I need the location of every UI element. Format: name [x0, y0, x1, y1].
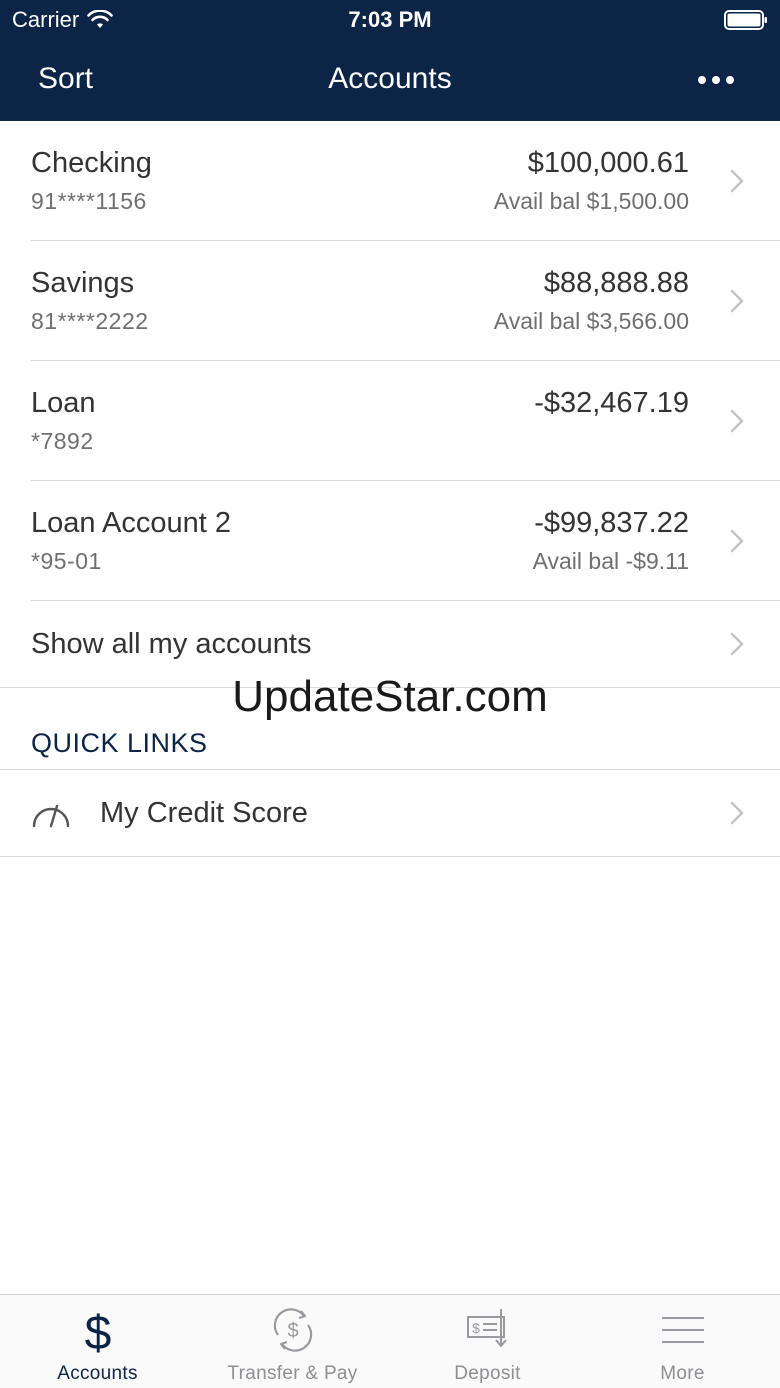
- show-all-accounts-row[interactable]: Show all my accounts: [0, 601, 780, 688]
- tab-more[interactable]: More: [585, 1295, 780, 1388]
- credit-score-label: My Credit Score: [100, 797, 308, 829]
- account-number: 81****2222: [31, 308, 149, 334]
- account-number: *7892: [31, 428, 94, 454]
- more-dots-icon[interactable]: [696, 70, 736, 90]
- account-available-balance: Avail bal -$9.11: [532, 548, 689, 574]
- sort-button[interactable]: Sort: [38, 62, 93, 96]
- account-name: Loan: [31, 387, 96, 419]
- chevron-right-icon: [730, 632, 744, 656]
- chevron-right-icon: [730, 529, 744, 553]
- gauge-icon: [32, 804, 70, 828]
- battery-icon: [724, 10, 767, 30]
- account-available-balance: Avail bal $1,500.00: [493, 188, 689, 214]
- status-time: 7:03 PM: [348, 7, 432, 32]
- chevron-right-icon: [730, 409, 744, 433]
- tab-transfer-pay[interactable]: $ Transfer & Pay: [195, 1295, 390, 1388]
- chevron-right-icon: [730, 801, 744, 825]
- tab-accounts[interactable]: $ Accounts: [0, 1295, 195, 1388]
- account-balance: $100,000.61: [527, 147, 689, 179]
- account-row-loan-account-2[interactable]: Loan Account 2 *95-01 -$99,837.22 Avail …: [0, 481, 780, 601]
- tab-label: Deposit: [454, 1363, 521, 1384]
- account-balance: $88,888.88: [543, 267, 689, 299]
- account-name: Checking: [31, 147, 152, 179]
- svg-text:$: $: [287, 1320, 298, 1342]
- account-available-balance: Avail bal $3,566.00: [493, 308, 689, 334]
- dollar-icon: $: [84, 1307, 111, 1355]
- quick-links-header: QUICK LINKS: [31, 728, 208, 758]
- svg-text:$: $: [84, 1307, 111, 1355]
- account-number: 91****1156: [31, 188, 147, 214]
- nav-bar: Sort Accounts: [0, 40, 780, 121]
- credit-score-row[interactable]: My Credit Score: [0, 770, 780, 857]
- account-number: *95-01: [31, 548, 102, 574]
- menu-icon: [661, 1317, 704, 1343]
- page-title: Accounts: [328, 62, 452, 95]
- account-balance: -$99,837.22: [534, 507, 689, 539]
- chevron-right-icon: [730, 289, 744, 313]
- tab-deposit[interactable]: $ Deposit: [390, 1295, 585, 1388]
- tab-label: Accounts: [57, 1363, 138, 1384]
- account-balance: -$32,467.19: [534, 387, 689, 419]
- transfer-icon: $: [273, 1308, 312, 1352]
- deposit-check-icon: $: [466, 1309, 507, 1348]
- account-row-checking[interactable]: Checking 91****1156 $100,000.61 Avail ba…: [0, 121, 780, 241]
- header: Carrier 7:03 PM Sort Accounts: [0, 0, 780, 121]
- status-bar: Carrier 7:03 PM: [0, 0, 780, 40]
- account-row-loan[interactable]: Loan *7892 -$32,467.19: [0, 361, 780, 481]
- account-row-savings[interactable]: Savings 81****2222 $88,888.88 Avail bal …: [0, 241, 780, 361]
- show-all-accounts-label: Show all my accounts: [31, 628, 312, 660]
- account-name: Loan Account 2: [31, 507, 231, 539]
- account-name: Savings: [31, 267, 135, 299]
- tab-label: More: [660, 1363, 705, 1384]
- tab-label: Transfer & Pay: [227, 1363, 358, 1384]
- tab-bar: $ Accounts $ Transfer & Pay $ Deposit Mo…: [0, 1294, 780, 1388]
- svg-text:$: $: [472, 1320, 480, 1336]
- account-list: Checking 91****1156 $100,000.61 Avail ba…: [0, 121, 780, 688]
- chevron-right-icon: [730, 169, 744, 193]
